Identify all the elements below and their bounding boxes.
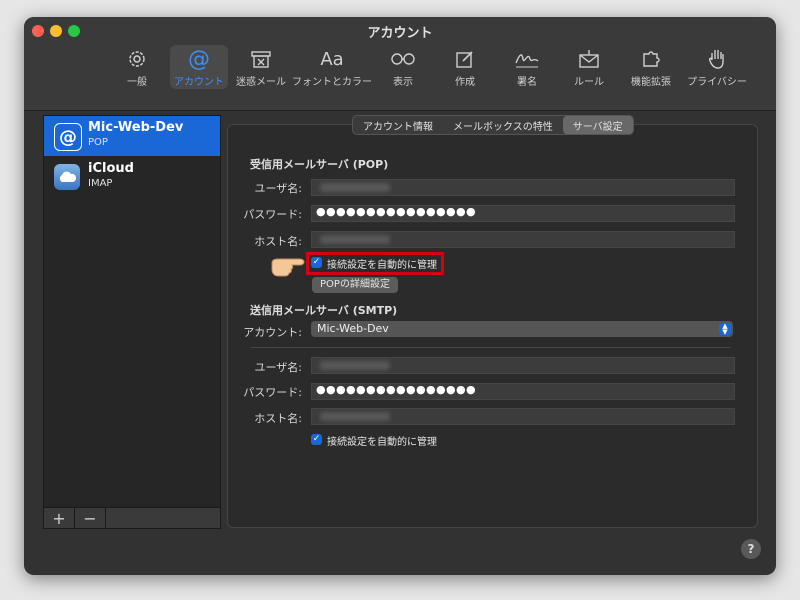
- account-type: POP: [88, 137, 108, 148]
- incoming-username-label: ユーザ名:: [254, 182, 303, 195]
- outgoing-auto-manage-label: 接続設定を自動的に管理: [327, 437, 437, 448]
- toolbar-label: フォントとカラー: [292, 77, 372, 88]
- outgoing-host-label: ホスト名:: [254, 412, 302, 425]
- remove-account-button[interactable]: −: [75, 508, 106, 528]
- outgoing-account-select[interactable]: Mic-Web-Dev ▲ ▼: [311, 321, 733, 337]
- outgoing-username-field[interactable]: [311, 357, 735, 374]
- incoming-username-field[interactable]: [311, 179, 735, 196]
- sidebar-button-bar: + −: [43, 507, 221, 529]
- toolbar-accounts[interactable]: @ アカウント: [170, 45, 228, 89]
- at-icon: @: [188, 46, 210, 72]
- puzzle-icon: [641, 47, 661, 71]
- rules-icon: [578, 47, 600, 71]
- preferences-toolbar: 一般 @ アカウント 迷惑メール Aa フォントとカラー 表示 作成 署名 ルー…: [108, 45, 754, 105]
- cloud-icon: [54, 164, 80, 190]
- fonts-icon: Aa: [320, 48, 344, 70]
- toolbar-extensions[interactable]: 機能拡張: [622, 45, 680, 89]
- incoming-password-label: パスワード:: [243, 208, 302, 221]
- highlight-box: [306, 252, 444, 275]
- settings-tabs: アカウント情報 メールボックスの特性 サーバ設定: [352, 115, 634, 135]
- outgoing-auto-manage-checkbox[interactable]: ✓: [311, 434, 322, 445]
- redacted-value: [320, 361, 390, 370]
- gear-icon: [126, 47, 148, 71]
- toolbar-composing[interactable]: 作成: [436, 45, 494, 89]
- password-dots: ●●●●●●●●●●●●●●●●: [316, 205, 476, 218]
- toolbar-viewing[interactable]: 表示: [374, 45, 432, 89]
- outgoing-host-field[interactable]: [311, 408, 735, 425]
- divider: [251, 347, 731, 348]
- toolbar-label: 一般: [127, 77, 147, 88]
- outgoing-password-label: パスワード:: [243, 386, 302, 399]
- account-item-mic-web-dev[interactable]: @ Mic-Web-Dev POP: [44, 116, 220, 156]
- window-title: アカウント: [367, 26, 433, 41]
- redacted-value: [320, 183, 390, 192]
- add-account-button[interactable]: +: [44, 508, 75, 528]
- toolbar-label: 署名: [517, 77, 537, 88]
- toolbar-junk-mail[interactable]: 迷惑メール: [232, 45, 290, 89]
- redacted-value: [320, 235, 390, 244]
- junk-mail-icon: [250, 47, 272, 71]
- account-type: IMAP: [88, 178, 113, 189]
- glasses-icon: [390, 47, 416, 71]
- tab-mailbox-behaviors[interactable]: メールボックスの特性: [443, 116, 563, 134]
- account-name: Mic-Web-Dev: [88, 120, 184, 135]
- toolbar-label: 作成: [455, 77, 475, 88]
- incoming-host-field[interactable]: [311, 231, 735, 248]
- toolbar-general[interactable]: 一般: [108, 45, 166, 89]
- toolbar-label: 表示: [393, 77, 413, 88]
- compose-icon: [455, 47, 475, 71]
- tab-account-info[interactable]: アカウント情報: [353, 116, 443, 134]
- accounts-list: @ Mic-Web-Dev POP iCloud IMAP: [43, 115, 221, 512]
- signature-icon: [514, 47, 540, 71]
- titlebar: アカウント 一般 @ アカウント 迷惑メール Aa フォントとカラー 表示 作成…: [24, 17, 776, 111]
- incoming-section-title: 受信用メールサーバ (POP): [250, 158, 389, 171]
- incoming-password-field[interactable]: ●●●●●●●●●●●●●●●●: [311, 205, 735, 222]
- outgoing-username-label: ユーザ名:: [254, 361, 303, 374]
- incoming-host-label: ホスト名:: [254, 235, 302, 248]
- toolbar-signatures[interactable]: 署名: [498, 45, 556, 89]
- hand-icon: [708, 47, 726, 71]
- toolbar-fonts-colors[interactable]: Aa フォントとカラー: [292, 45, 372, 89]
- pop-advanced-settings-button[interactable]: POPの詳細設定: [312, 277, 398, 293]
- pointing-hand-icon: [270, 255, 306, 281]
- toolbar-rules[interactable]: ルール: [560, 45, 618, 89]
- account-name: iCloud: [88, 161, 134, 176]
- toolbar-label: ルール: [574, 77, 604, 88]
- toolbar-privacy[interactable]: プライバシー: [684, 45, 750, 89]
- outgoing-password-field[interactable]: ●●●●●●●●●●●●●●●●: [311, 383, 735, 400]
- preferences-window: アカウント 一般 @ アカウント 迷惑メール Aa フォントとカラー 表示 作成…: [24, 17, 776, 575]
- account-item-icloud[interactable]: iCloud IMAP: [44, 157, 220, 197]
- toolbar-label: アカウント: [174, 77, 224, 88]
- toolbar-label: 迷惑メール: [236, 77, 286, 88]
- tab-server-settings[interactable]: サーバ設定: [562, 116, 633, 134]
- outgoing-section-title: 送信用メールサーバ (SMTP): [250, 304, 398, 317]
- password-dots: ●●●●●●●●●●●●●●●●: [316, 383, 476, 396]
- toolbar-label: 機能拡張: [631, 77, 671, 88]
- chevron-updown-icon: ▲ ▼: [719, 323, 731, 336]
- help-button[interactable]: ?: [741, 539, 761, 559]
- redacted-value: [320, 412, 390, 421]
- at-icon: @: [54, 123, 82, 151]
- outgoing-account-value: Mic-Web-Dev: [317, 322, 389, 335]
- outgoing-account-label: アカウント:: [243, 326, 302, 339]
- toolbar-label: プライバシー: [687, 77, 747, 88]
